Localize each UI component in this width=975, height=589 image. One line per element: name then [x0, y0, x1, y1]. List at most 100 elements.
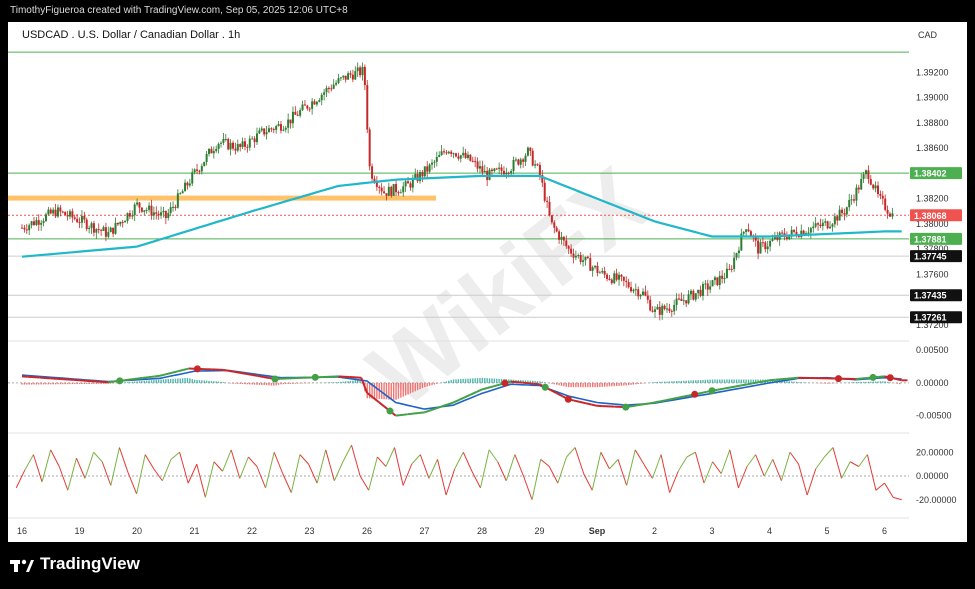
- macd-histogram-bar: [160, 379, 162, 383]
- x-tick-label: 20: [132, 526, 142, 536]
- macd-histogram-bar: [728, 379, 731, 383]
- candle: [200, 166, 203, 172]
- macd-histogram-bar: [558, 382, 560, 386]
- level-label: 1.38402: [914, 169, 947, 179]
- candle: [630, 287, 633, 292]
- candle: [440, 151, 443, 156]
- macd-histogram-bar: [102, 382, 105, 384]
- macd-line-segment: [407, 412, 414, 416]
- macd-histogram-bar: [704, 379, 707, 383]
- macd-histogram-bar: [726, 379, 728, 383]
- candle: [706, 283, 709, 290]
- candle: [133, 204, 136, 216]
- macd-histogram-bar: [333, 382, 335, 383]
- macd-histogram-bar: [397, 382, 400, 399]
- candle: [572, 253, 575, 258]
- macd-histogram-bar: [831, 382, 834, 384]
- candle: [59, 207, 62, 212]
- candle: [855, 187, 858, 201]
- macd-line-segment: [734, 384, 741, 388]
- candle: [495, 168, 498, 170]
- candle: [157, 213, 160, 216]
- candle: [663, 305, 666, 310]
- candle: [637, 289, 640, 297]
- macd-histogram-bar: [213, 381, 215, 383]
- macd-histogram-bar: [711, 379, 714, 383]
- candle: [128, 213, 131, 217]
- macd-line-segment: [533, 382, 540, 386]
- macd-histogram-bar: [169, 378, 172, 383]
- candle: [582, 260, 585, 262]
- macd-line-segment: [223, 368, 230, 372]
- macd-line-segment: [131, 377, 138, 381]
- macd-histogram-bar: [40, 382, 42, 385]
- candle: [347, 73, 350, 80]
- candle: [536, 164, 539, 166]
- candle: [876, 185, 879, 194]
- macd-histogram-bar: [38, 382, 40, 385]
- candle: [270, 128, 273, 130]
- candle: [289, 119, 292, 124]
- macd-histogram-bar: [476, 378, 479, 383]
- macd-histogram-bar: [560, 382, 563, 386]
- macd-histogram-bar: [258, 382, 261, 385]
- candle: [267, 128, 270, 133]
- candle: [208, 148, 211, 154]
- macd-histogram-bar: [687, 380, 690, 383]
- candle: [172, 206, 175, 208]
- macd-histogram-bar: [282, 382, 285, 385]
- macd-histogram-bar: [709, 379, 711, 383]
- candle: [721, 275, 724, 279]
- x-tick-label: 23: [304, 526, 314, 536]
- macd-histogram-bar: [553, 382, 556, 385]
- candle: [610, 279, 613, 284]
- candle: [275, 126, 278, 130]
- candle: [809, 228, 812, 233]
- osc-tick-label: -20.00000: [916, 495, 957, 505]
- candle: [71, 211, 74, 218]
- candle: [66, 215, 69, 217]
- macd-histogram-bar: [635, 382, 637, 385]
- macd-line-segment: [780, 377, 787, 381]
- candle: [97, 228, 100, 230]
- candle: [40, 222, 43, 225]
- candle: [534, 164, 537, 166]
- candle: [646, 295, 649, 300]
- candle: [234, 148, 237, 151]
- macd-line-segment: [637, 403, 644, 407]
- macd-histogram-bar: [162, 379, 165, 383]
- macd-histogram-bar: [575, 382, 577, 388]
- chart-canvas: WikiFX 16 19 20 21 22 23 26 27 28 29 Sep 2 3 4 5 61.372…: [8, 22, 967, 542]
- candle: [841, 209, 844, 214]
- candle: [167, 213, 170, 219]
- tradingview-logo[interactable]: TradingView: [10, 554, 140, 574]
- candle: [428, 164, 431, 172]
- candle: [325, 87, 328, 93]
- macd-histogram-bar: [337, 382, 340, 383]
- candle: [735, 253, 738, 258]
- candle: [457, 156, 460, 159]
- macd-line-segment: [677, 395, 684, 399]
- candle: [692, 290, 695, 300]
- candle: [306, 105, 309, 109]
- macd-histogram-bar: [594, 382, 596, 388]
- macd-histogram-bar: [172, 378, 174, 383]
- candle: [745, 229, 748, 232]
- macd-histogram-bar: [798, 382, 800, 383]
- candle: [246, 146, 249, 148]
- macd-line-segment: [763, 379, 770, 383]
- macd-histogram-bar: [26, 382, 28, 385]
- macd-histogram-bar: [632, 382, 635, 385]
- macd-line-segment: [228, 369, 235, 373]
- macd-histogram-bar: [349, 380, 352, 383]
- macd-histogram-bar: [659, 381, 661, 383]
- candle: [397, 192, 400, 194]
- macd-histogram-bar: [611, 382, 613, 387]
- macd-histogram-bar: [448, 380, 450, 383]
- candle: [210, 148, 213, 154]
- candle: [330, 88, 333, 90]
- macd-histogram-bar: [433, 382, 436, 385]
- macd-line-segment: [257, 374, 264, 378]
- macd-histogram-bar: [90, 382, 93, 384]
- candle: [723, 278, 726, 280]
